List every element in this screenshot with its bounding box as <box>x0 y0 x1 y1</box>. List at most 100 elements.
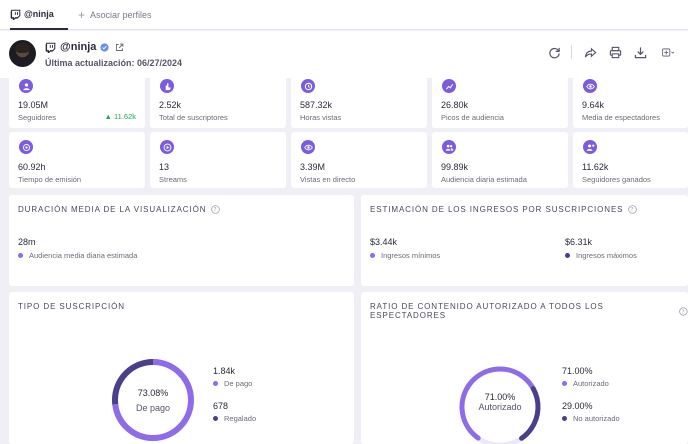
users-icon <box>19 79 33 93</box>
legend-dot <box>562 416 567 421</box>
add-user-icon <box>583 140 597 154</box>
max-revenue-label: Ingresos máximos <box>565 251 637 260</box>
gifted-label: Regalado <box>213 414 256 423</box>
stat-value: 3.39M <box>300 162 326 172</box>
avg-view-duration-panel: DURACIÓN MEDIA DE LA VISUALIZACIÓN ? 28m… <box>9 195 354 286</box>
authorized-label-text: Autorizado <box>573 379 609 388</box>
stat-delta: ▲ 11.62k <box>104 112 136 121</box>
legend-dot <box>562 381 567 386</box>
twitch-icon <box>10 9 21 20</box>
stat-label: Horas vistas <box>300 113 342 122</box>
gifted-label-text: Regalado <box>224 414 257 423</box>
profile-name: @ninja <box>60 41 97 53</box>
panel-title: TIPO DE SUSCRIPCIÓN <box>18 302 125 311</box>
stat-card-followers: 19.05M Seguidores ▲ 11.62k <box>9 74 145 128</box>
gifted-value: 678 <box>213 401 229 411</box>
stat-value: 99.89k <box>441 162 469 172</box>
donut-center-label: Autorizado <box>478 402 522 412</box>
stat-label: Media de espectadores <box>582 113 660 122</box>
max-revenue-label-text: Ingresos máximos <box>576 251 637 260</box>
unauthorized-label-text: No autorizado <box>573 414 620 423</box>
panel-title-text: ESTIMACIÓN DE LOS INGRESOS POR SUSCRIPCI… <box>370 205 624 214</box>
clock-icon <box>301 79 315 93</box>
stat-value: 2.52k <box>159 100 182 110</box>
subscription-donut-chart <box>112 359 194 441</box>
group-icon <box>442 140 456 154</box>
stat-label: Tiempo de emisión <box>18 175 82 184</box>
paid-label-text: De pago <box>224 379 253 388</box>
min-revenue-label-text: Ingresos mínimos <box>381 251 441 260</box>
external-link-icon[interactable] <box>115 43 124 52</box>
tab-label: @ninja <box>24 9 54 19</box>
share-icon <box>584 47 596 57</box>
panel-title: RATIO DE CONTENIDO AUTORIZADO A TODOS LO… <box>370 302 688 320</box>
avatar <box>9 40 36 67</box>
stat-label: Total de suscriptores <box>159 113 228 122</box>
stat-card-live-views: 3.39M Vistas en directo <box>291 132 427 188</box>
plus-icon: + <box>78 8 86 22</box>
legend-dot <box>213 381 218 386</box>
tab-ninja[interactable]: @ninja <box>10 0 68 30</box>
stat-value: 11.62k <box>582 162 609 172</box>
min-revenue-value: $3.44k <box>370 237 398 247</box>
donut-center-value: 71.00% <box>484 392 516 402</box>
panel-title-text: DURACIÓN MEDIA DE LA VISUALIZACIÓN <box>18 205 207 214</box>
download-icon <box>634 46 646 58</box>
stat-card-subscribers: 2.52k Total de suscriptores <box>150 74 286 128</box>
svg-text:?: ? <box>214 208 218 214</box>
profile-header: @ninja Última actualización: 06/27/2024 <box>0 31 688 78</box>
eye-icon <box>583 79 597 93</box>
last-updated: Última actualización: 06/27/2024 <box>45 58 183 68</box>
stat-label: Streams <box>159 175 187 184</box>
metric-label: Audiencia media diaria estimada <box>18 251 137 260</box>
header-actions <box>536 45 678 59</box>
help-icon[interactable]: ? <box>679 306 688 316</box>
add-box-icon <box>661 48 674 56</box>
authorized-value: 71.00% <box>562 366 593 376</box>
stat-value: 9.64k <box>582 100 605 110</box>
svg-text:?: ? <box>631 208 635 214</box>
stat-value: 26.80k <box>441 100 469 110</box>
stat-card-avg-viewers: 9.64k Media de espectadores <box>573 74 688 128</box>
unauthorized-label: No autorizado <box>562 414 620 423</box>
stat-label: Seguidores ganados <box>582 175 651 184</box>
authorized-content-panel: RATIO DE CONTENIDO AUTORIZADO A TODOS LO… <box>361 292 688 444</box>
donut-center-value: 73.08% <box>137 388 169 398</box>
stat-card-stream-time: 60.92h Tiempo de emisión <box>9 132 145 188</box>
add-profile-tab[interactable]: + Asociar perfiles <box>78 0 152 30</box>
stat-label: Vistas en directo <box>300 175 356 184</box>
twitch-icon <box>45 42 56 53</box>
subscription-type-panel: TIPO DE SUSCRIPCIÓN 73.08% De pago 1.84k… <box>9 292 354 444</box>
print-icon <box>609 46 621 58</box>
stat-value: 60.92h <box>18 162 46 172</box>
eye-icon <box>301 140 315 154</box>
metric-label-text: Audiencia media diaria estimada <box>29 251 138 260</box>
legend-dot <box>213 416 218 421</box>
metric-value: 28m <box>18 237 36 247</box>
panel-title-text: TIPO DE SUSCRIPCIÓN <box>18 302 125 311</box>
add-profile-label: Asociar perfiles <box>90 10 152 20</box>
panel-title: ESTIMACIÓN DE LOS INGRESOS POR SUSCRIPCI… <box>370 205 638 214</box>
stat-card-streams: 13 Streams <box>150 132 286 188</box>
divider <box>571 45 572 59</box>
refresh-icon <box>548 47 560 58</box>
legend-dot <box>18 253 23 258</box>
svg-text:?: ? <box>682 309 686 315</box>
stat-label: Picos de audiencia <box>441 113 504 122</box>
print-button[interactable] <box>608 45 622 59</box>
download-button[interactable] <box>633 45 647 59</box>
revenue-estimate-panel: ESTIMACIÓN DE LOS INGRESOS POR SUSCRIPCI… <box>361 195 688 286</box>
paid-label: De pago <box>213 379 252 388</box>
add-widget-button[interactable] <box>658 45 678 59</box>
broadcast-icon <box>19 140 33 154</box>
stat-card-peak-audience: 26.80k Picos de audiencia <box>432 74 568 128</box>
help-icon[interactable]: ? <box>211 205 221 214</box>
panel-title-text: RATIO DE CONTENIDO AUTORIZADO A TODOS LO… <box>370 302 604 320</box>
profile-title: @ninja <box>45 41 124 53</box>
refresh-button[interactable] <box>547 45 561 59</box>
stat-value: 13 <box>159 162 170 172</box>
help-icon[interactable]: ? <box>628 205 638 214</box>
hand-icon <box>160 79 174 93</box>
share-button[interactable] <box>583 45 597 59</box>
min-revenue-label: Ingresos mínimos <box>370 251 440 260</box>
